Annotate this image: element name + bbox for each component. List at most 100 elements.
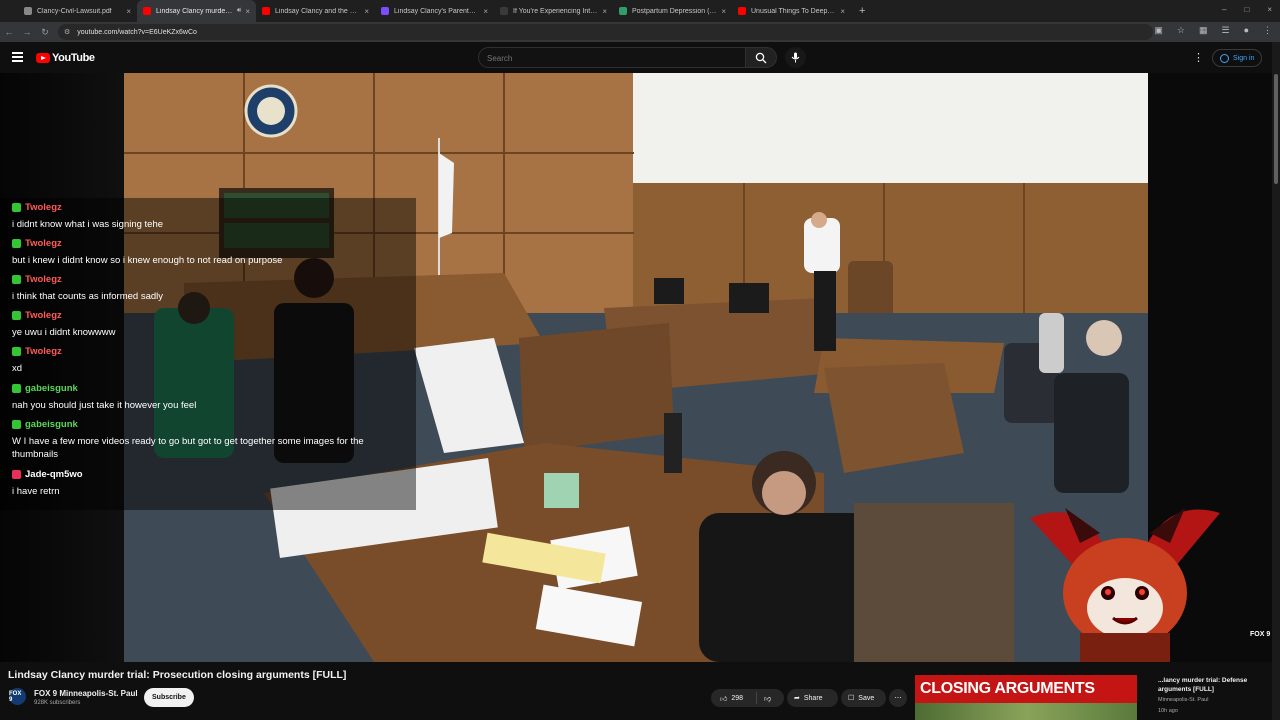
browser-tab[interactable]: If You're Experiencing Intrusive × (494, 0, 613, 22)
site-info-icon[interactable]: ⚙ (64, 28, 70, 36)
reload-icon[interactable]: ↻ (36, 27, 54, 38)
browser-tab[interactable]: Lindsay Clancy murder trial 🔊︎ × (137, 0, 256, 22)
youtube-icon (262, 7, 270, 15)
youtube-play-icon (36, 53, 50, 63)
scrollbar-thumb[interactable] (1274, 74, 1278, 184)
video-player[interactable]: Twolegz i didnt know what i was signing t… (0, 73, 1272, 662)
forward-icon[interactable]: → (18, 27, 36, 37)
maximize-icon[interactable]: □ (1244, 5, 1249, 14)
settings-more-icon[interactable]: ⋮ (1193, 51, 1204, 64)
chat-username-text: Twolegz (25, 202, 62, 213)
more-actions-button[interactable]: ⋯ (889, 689, 907, 707)
search-button[interactable] (745, 47, 777, 68)
page-scrollbar[interactable] (1272, 42, 1280, 720)
search-input[interactable] (479, 49, 745, 68)
close-tab-icon[interactable]: × (602, 7, 607, 16)
close-tab-icon[interactable]: × (721, 7, 726, 16)
chat-username-text: Twolegz (25, 310, 62, 321)
chat-message-text: i didnt know what i was signing tehe (12, 219, 164, 230)
chat-username[interactable]: Twolegz (12, 310, 412, 321)
menu-icon[interactable] (12, 52, 23, 62)
related-video-title[interactable]: ...lancy murder trial: Defense arguments… (1158, 676, 1270, 694)
chat-message: Twolegz ye uwu i didnt knowwww (12, 310, 412, 339)
like-dislike-group: 👍︎ 298 👎︎ (711, 689, 784, 707)
back-icon[interactable]: ← (0, 27, 18, 37)
dislike-button[interactable]: 👎︎ (757, 694, 771, 703)
chat-username-text: Jade-qm5wo (25, 469, 83, 480)
chat-message-text: but i knew i didnt know so i knew enough… (12, 255, 283, 266)
platform-badge-icon (12, 420, 21, 429)
tab-audio-icon[interactable]: 🔊︎ (237, 7, 241, 15)
pdf-icon (24, 7, 32, 15)
url-text: youtube.com/watch?v=E6UeKZx6wCo (77, 28, 197, 36)
platform-badge-icon (12, 347, 21, 356)
related-video-age: 10h ago (1158, 708, 1178, 714)
chat-username[interactable]: Jade-qm5wo (12, 469, 412, 480)
chat-username[interactable]: gabeisgunk (12, 383, 412, 394)
microphone-icon (791, 52, 800, 63)
close-tab-icon[interactable]: × (364, 7, 369, 16)
browser-toolbar: ← → ↻ ⚙ youtube.com/watch?v=E6UeKZx6wCo … (0, 22, 1280, 42)
platform-badge-icon (12, 470, 21, 479)
voice-search-button[interactable] (785, 47, 806, 68)
youtube-icon (143, 7, 151, 15)
chat-message: Jade-qm5wo i have retrn (12, 469, 412, 498)
platform-badge-icon (12, 384, 21, 393)
chat-username-text: Twolegz (25, 274, 62, 285)
platform-badge-icon (12, 275, 21, 284)
youtube-logo[interactable]: YouTube (36, 52, 95, 64)
chat-username[interactable]: Twolegz (12, 238, 412, 249)
red-panda-devil-overlay-image (1030, 508, 1220, 662)
channel-name[interactable]: FOX 9 Minneapolis-St. Paul (34, 689, 138, 698)
close-tab-icon[interactable]: × (840, 7, 845, 16)
chat-username[interactable]: gabeisgunk (12, 419, 412, 430)
close-window-icon[interactable]: × (1267, 5, 1272, 14)
platform-badge-icon (12, 203, 21, 212)
new-tab-icon[interactable]: + (859, 5, 865, 17)
search-box[interactable] (478, 47, 746, 68)
extensions-icon[interactable]: ▦ (1199, 25, 1208, 36)
chat-username-text: Twolegz (25, 346, 62, 357)
close-tab-icon[interactable]: × (126, 7, 131, 16)
thumbnail-image (915, 703, 1137, 720)
browser-tab[interactable]: Lindsay Clancy's Parents' $1 Mi× (375, 0, 494, 22)
chat-username[interactable]: Twolegz (12, 274, 412, 285)
related-video-thumbnail[interactable]: CLOSING ARGUMENTS (915, 675, 1137, 720)
browser-tab[interactable]: Unusual Things To Deep Fry - Y × (732, 0, 851, 22)
save-button[interactable]: ☐ Save (841, 689, 886, 707)
media-icon[interactable]: ☰ (1221, 25, 1229, 36)
related-video-channel: Minneapolis-St. Paul (1158, 697, 1209, 703)
chat-message-text: i have retrn (12, 486, 60, 497)
browser-menu-icon[interactable]: ⋮ (1263, 25, 1272, 36)
fox9-watermark: FOX 9 (1250, 631, 1271, 638)
minimize-icon[interactable]: – (1222, 5, 1226, 14)
chat-username[interactable]: Twolegz (12, 346, 412, 357)
channel-avatar[interactable]: FOX 9 (9, 688, 26, 705)
chat-message: gabeisgunk W I have a few more videos rea… (12, 419, 412, 461)
subscribe-button[interactable]: Subscribe (144, 688, 194, 707)
more-icon: ⋯ (894, 695, 902, 702)
chat-message: Twolegz but i knew i didnt know so i knew… (12, 238, 412, 267)
address-bar[interactable]: ⚙ youtube.com/watch?v=E6UeKZx6wCo (58, 24, 1153, 40)
share-button[interactable]: ➦ Share (787, 689, 838, 707)
profile-icon[interactable]: ● (1244, 25, 1249, 36)
browser-tab-title: Clancy-Civil-Lawsuit.pdf (37, 7, 112, 15)
search-icon (755, 52, 767, 63)
chat-username-text: Twolegz (25, 238, 62, 249)
browser-tab[interactable]: Postpartum Depression (PPD) · × (613, 0, 732, 22)
cast-icon[interactable]: ▣ (1154, 25, 1163, 36)
browser-tab[interactable]: Lindsay Clancy and the Evidenc × (256, 0, 375, 22)
like-button[interactable]: 👍︎ 298 (711, 692, 757, 704)
close-tab-icon[interactable]: × (245, 7, 250, 16)
live-chat-overlay: Twolegz i didnt know what i was signing t… (0, 198, 416, 510)
browser-tab[interactable]: Clancy-Civil-Lawsuit.pdf × (18, 0, 137, 22)
chat-message: Twolegz i didnt know what i was signing t… (12, 202, 412, 231)
like-count: 298 (731, 694, 744, 702)
bookmark-star-icon[interactable]: ☆ (1177, 25, 1185, 36)
browser-tab-strip: Clancy-Civil-Lawsuit.pdf × Lindsay Clancy … (0, 0, 1280, 22)
share-label: Share (803, 694, 823, 702)
close-tab-icon[interactable]: × (483, 7, 488, 16)
share-icon: ➦ (794, 695, 800, 702)
sign-in-button[interactable]: Sign in (1212, 49, 1263, 67)
chat-username[interactable]: Twolegz (12, 202, 412, 213)
